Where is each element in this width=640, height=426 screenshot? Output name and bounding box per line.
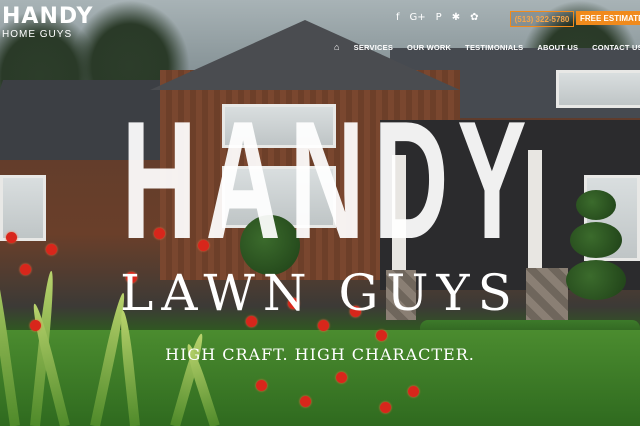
flower	[46, 244, 57, 255]
flower	[6, 232, 17, 243]
hero-headline: HANDY	[121, 86, 536, 274]
window	[556, 70, 640, 108]
flower	[300, 396, 311, 407]
social-links: f G+ P ✱ ✿	[396, 12, 478, 23]
flower	[30, 320, 41, 331]
main-nav: ⌂ SERVICES OUR WORK TESTIMONIALS ABOUT U…	[334, 42, 640, 52]
phone-button[interactable]: (513) 322-5780	[510, 11, 574, 27]
site-logo[interactable]: HANDY HOME GUYS	[2, 6, 93, 40]
free-estimate-button[interactable]: FREE ESTIMATE	[576, 11, 640, 25]
yelp-icon[interactable]: ✱	[452, 12, 460, 23]
logo-main: HANDY	[2, 4, 94, 29]
flower	[408, 386, 419, 397]
nav-item-about-us[interactable]: ABOUT US	[537, 43, 578, 52]
pinterest-icon[interactable]: P	[436, 12, 442, 23]
nav-item-services[interactable]: SERVICES	[354, 43, 393, 52]
hero-tagline: HIGH CRAFT. HIGH CHARACTER.	[165, 345, 475, 364]
topiary	[570, 222, 622, 258]
nav-item-contact-us[interactable]: CONTACT US	[592, 43, 640, 52]
home-icon[interactable]: ⌂	[334, 42, 340, 52]
flower	[380, 402, 391, 413]
nav-item-our-work[interactable]: OUR WORK	[407, 43, 451, 52]
logo-sub: HOME GUYS	[2, 29, 73, 40]
topiary	[576, 190, 616, 220]
flower	[336, 372, 347, 383]
facebook-icon[interactable]: f	[396, 12, 400, 23]
flower	[256, 380, 267, 391]
nav-item-testimonials[interactable]: TESTIMONIALS	[465, 43, 523, 52]
hero-subline: LAWN GUYS	[120, 264, 520, 322]
window	[0, 175, 46, 241]
houzz-icon[interactable]: ✿	[470, 12, 478, 23]
google-plus-icon[interactable]: G+	[410, 12, 426, 23]
flower	[376, 330, 387, 341]
